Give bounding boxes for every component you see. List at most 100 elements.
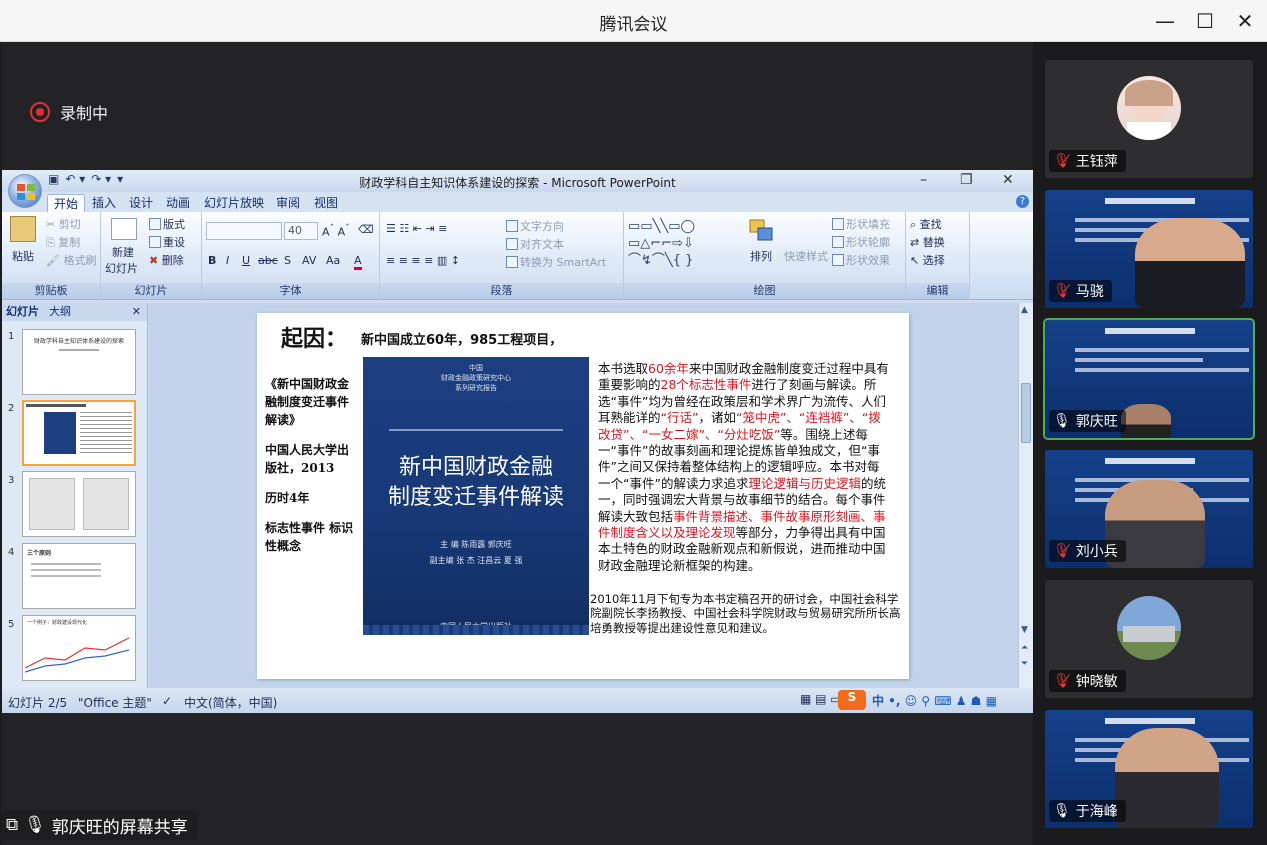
close-button[interactable]: ✕: [1230, 8, 1260, 34]
save-icon[interactable]: ▣: [48, 172, 59, 186]
minimize-button[interactable]: —: [1150, 8, 1180, 34]
text-direction-button[interactable]: 文字方向: [506, 218, 564, 234]
smartart-label: 转换为 SmartArt: [520, 256, 607, 269]
ppt-title-bar: 财政学科自主知识体系建设的探索 - Microsoft PowerPoint ▣…: [2, 170, 1033, 192]
select-button[interactable]: ↖ 选择: [910, 252, 945, 268]
paste-icon[interactable]: [10, 216, 36, 242]
thumb-number: 5: [8, 619, 15, 630]
scroll-thumb[interactable]: [1021, 383, 1031, 443]
prev-slide-icon[interactable]: ⏶: [1021, 643, 1028, 653]
copy-button[interactable]: ⎘ 复制: [46, 234, 80, 250]
slide-thumbnails-pane: 幻灯片 大纲 ✕ 1 财政学科自主知识体系建设的探索 2 3 4 三个原则 5: [2, 303, 148, 688]
tab-outline-panel[interactable]: 大纲: [49, 303, 71, 321]
recording-indicator[interactable]: 录制中: [30, 100, 108, 124]
align-text-button[interactable]: 对齐文本: [506, 236, 564, 252]
customize-qat-icon[interactable]: ▾: [117, 172, 123, 186]
new-slide-icon[interactable]: [111, 218, 137, 240]
thumb-number: 4: [8, 547, 15, 558]
format-painter-button[interactable]: 🖌︎ 格式刷: [46, 252, 96, 268]
find-button[interactable]: ⌕ 查找: [910, 216, 942, 232]
replace-button[interactable]: ⇄ 替换: [910, 234, 945, 250]
slide-thumb-5[interactable]: 一个例子：财政建设现代化: [22, 615, 136, 681]
tab-review[interactable]: 审阅: [270, 194, 306, 212]
participant-tile-active[interactable]: 🎙︎ 郭庆旺: [1043, 318, 1255, 440]
maximize-button[interactable]: ☐: [1190, 8, 1220, 34]
participant-tile[interactable]: 🎙︎̸ 马骁: [1045, 190, 1253, 308]
ime-toolbar-icons[interactable]: 中 •, ☺ ⚲ ⌨ ♟ ☗ ▦: [872, 692, 997, 709]
status-theme: "Office 主题": [78, 696, 152, 710]
tab-home[interactable]: 开始: [47, 194, 86, 212]
vertical-scrollbar[interactable]: ▲ ▼ ⏶ ⏷: [1018, 303, 1033, 688]
tab-slideshow[interactable]: 幻灯片放映: [198, 194, 270, 212]
shape-fill-label: 形状填充: [846, 218, 890, 231]
tab-design[interactable]: 设计: [123, 194, 159, 212]
cut-button[interactable]: ✂ 剪切: [46, 216, 81, 232]
scroll-down-icon[interactable]: ▼: [1021, 625, 1028, 635]
reset-button[interactable]: 重设: [149, 234, 185, 250]
group-clipboard: 粘贴 ✂ 剪切 ⎘ 复制 🖌︎ 格式刷 剪贴板: [2, 212, 101, 300]
participant-tile[interactable]: 🎙︎̸ 刘小兵: [1045, 450, 1253, 568]
italic-button[interactable]: I: [226, 254, 229, 267]
book-editors-1: 主 编 陈雨露 郭庆旺: [440, 540, 512, 549]
arrange-icon[interactable]: [748, 218, 776, 244]
delete-slide-button[interactable]: ✖ 删除: [149, 252, 184, 268]
font-name-box[interactable]: [206, 222, 282, 240]
quick-styles-button[interactable]: 快速样式: [784, 248, 828, 264]
next-slide-icon[interactable]: ⏷: [1021, 659, 1028, 669]
participant-name: 马骁: [1075, 284, 1104, 300]
align-icons[interactable]: ≡ ≡ ≡ ≡ ▥ ↕: [386, 254, 460, 267]
office-logo-icon: [16, 183, 36, 201]
shapes-gallery[interactable]: ▭▭╲╲▭◯ ▭△⌐⌐⇨⇩ ⌒↯⌒╲{ }: [628, 218, 740, 270]
new-slide-label-2[interactable]: 幻灯片: [105, 260, 138, 276]
bullets-icon[interactable]: ☰ ☷ ⇤ ⇥ ≡: [386, 222, 447, 235]
arrange-button[interactable]: 排列: [750, 248, 772, 264]
status-language[interactable]: 中文(简体，中国): [184, 694, 277, 711]
participant-tile[interactable]: 🎙︎̸ 钟晓敏: [1045, 580, 1253, 698]
char-spacing-button[interactable]: AV: [302, 254, 316, 267]
paste-button[interactable]: 粘贴: [12, 248, 34, 264]
bold-button[interactable]: B: [208, 254, 216, 267]
replace-icon: ⇄: [910, 236, 923, 249]
thumb5-title: 一个例子：财政建设现代化: [27, 620, 88, 626]
tab-insert[interactable]: 插入: [86, 194, 122, 212]
help-icon[interactable]: ?: [1016, 195, 1029, 208]
sogou-ime-icon[interactable]: S: [838, 690, 866, 710]
slide[interactable]: 起因： 新中国成立60年，985工程项目， 《新中国财政金融制度变迁事件解读》 …: [257, 313, 909, 679]
shape-outline-label: 形状轮廓: [846, 236, 890, 249]
tab-slides-panel[interactable]: 幻灯片: [6, 303, 39, 321]
close-pane-icon[interactable]: ✕: [132, 303, 141, 321]
view-buttons[interactable]: ▦ ▤ ▭: [800, 692, 842, 706]
clear-format-icon[interactable]: ⌫: [358, 223, 374, 236]
scroll-up-icon[interactable]: ▲: [1021, 305, 1028, 315]
shadow-button[interactable]: S: [284, 254, 291, 267]
tab-animation[interactable]: 动画: [160, 194, 196, 212]
spellcheck-icon[interactable]: ✓: [162, 694, 172, 708]
participant-tile[interactable]: 🎙︎̸ 王钰萍: [1045, 60, 1253, 178]
slide-thumb-2[interactable]: [22, 400, 136, 466]
slide-thumb-3[interactable]: [22, 471, 136, 537]
tab-view[interactable]: 视图: [308, 194, 344, 212]
font-size-box[interactable]: 40: [284, 222, 318, 240]
screen-share-label[interactable]: ⧉ 🎙︎ 郭庆旺的屏幕共享: [2, 810, 198, 840]
shape-fill-button[interactable]: 形状填充: [832, 216, 890, 232]
ppt-minimize-button[interactable]: –: [920, 172, 927, 188]
underline-button[interactable]: U: [242, 254, 250, 267]
slide-thumb-4[interactable]: 三个原则: [22, 543, 136, 609]
slide-thumb-1[interactable]: 财政学科自主知识体系建设的探索: [22, 329, 136, 395]
font-color-button[interactable]: A: [354, 254, 362, 270]
ppt-restore-button[interactable]: ❐: [960, 172, 973, 188]
redo-icon[interactable]: ↷ ▾: [91, 172, 111, 186]
shape-effects-button[interactable]: 形状效果: [832, 252, 890, 268]
undo-icon[interactable]: ↶ ▾: [65, 172, 85, 186]
office-button[interactable]: [8, 174, 42, 208]
smartart-button[interactable]: 转换为 SmartArt: [506, 254, 606, 270]
participant-tile[interactable]: 🎙︎ 于海峰: [1045, 710, 1253, 828]
ppt-close-button[interactable]: ✕: [1002, 172, 1014, 188]
format-painter-label: 格式刷: [63, 254, 97, 267]
grow-font-icon[interactable]: Aˆ Aˇ: [322, 223, 350, 239]
change-case-button[interactable]: Aa: [326, 254, 340, 267]
new-slide-label-1[interactable]: 新建: [112, 244, 134, 260]
strikethrough-button[interactable]: abc: [258, 254, 278, 267]
layout-button[interactable]: 版式: [149, 216, 185, 232]
shape-outline-button[interactable]: 形状轮廓: [832, 234, 890, 250]
